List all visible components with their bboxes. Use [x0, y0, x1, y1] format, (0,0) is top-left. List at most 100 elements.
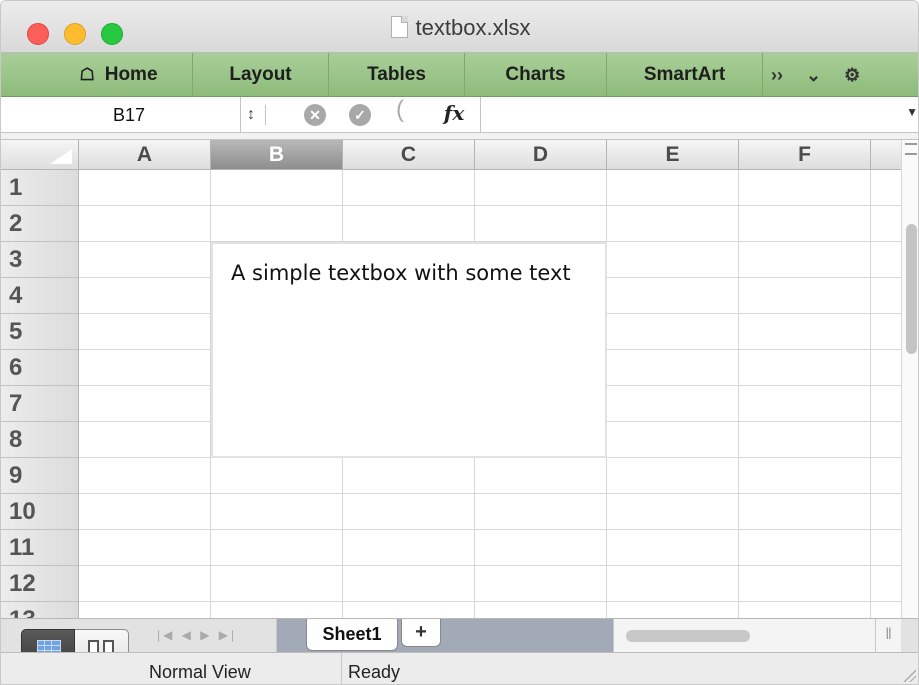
tab-charts[interactable]: Charts — [465, 53, 607, 97]
row-header-6[interactable]: 6 — [1, 350, 79, 386]
cancel-icon[interactable]: ✕ — [304, 104, 326, 126]
row-header-2[interactable]: 2 — [1, 206, 79, 242]
cell[interactable] — [607, 602, 739, 618]
cell[interactable] — [475, 602, 607, 618]
cell[interactable] — [211, 458, 343, 494]
cell[interactable] — [871, 170, 901, 206]
column-header-f[interactable]: F — [739, 140, 871, 170]
cell[interactable] — [79, 566, 211, 602]
ribbon-overflow-button[interactable]: ›› — [771, 65, 783, 85]
cell[interactable] — [79, 530, 211, 566]
row-header-1[interactable]: 1 — [1, 170, 79, 206]
name-box-stepper-icon[interactable]: ↕ — [247, 101, 255, 129]
sheet-nav-arrows-icon[interactable]: |◀ ◀ ▶ ▶| — [147, 619, 277, 653]
cell[interactable] — [871, 386, 901, 422]
cell[interactable] — [211, 170, 343, 206]
cell[interactable] — [79, 206, 211, 242]
split-handle-icon[interactable] — [905, 143, 917, 155]
tab-tables[interactable]: Tables — [329, 53, 465, 97]
cell[interactable] — [871, 278, 901, 314]
cell[interactable] — [739, 242, 871, 278]
cell[interactable] — [607, 458, 739, 494]
cell[interactable] — [739, 422, 871, 458]
cell[interactable] — [607, 530, 739, 566]
cell[interactable] — [475, 458, 607, 494]
cell[interactable] — [211, 206, 343, 242]
row-header-9[interactable]: 9 — [1, 458, 79, 494]
cell[interactable] — [739, 530, 871, 566]
cell[interactable] — [607, 242, 739, 278]
sheet-tab-sheet1[interactable]: Sheet1 — [306, 619, 398, 651]
column-header-g[interactable] — [871, 140, 901, 170]
cell[interactable] — [475, 530, 607, 566]
cell[interactable] — [211, 602, 343, 618]
cell[interactable] — [607, 314, 739, 350]
cell[interactable] — [739, 386, 871, 422]
cell[interactable] — [871, 350, 901, 386]
cell[interactable] — [79, 350, 211, 386]
cell[interactable] — [607, 494, 739, 530]
horizontal-scroll-thumb[interactable] — [626, 630, 750, 642]
name-box[interactable]: B17 — [1, 97, 241, 133]
cell[interactable] — [79, 170, 211, 206]
function-button[interactable]: fx — [439, 102, 469, 124]
cell[interactable] — [475, 566, 607, 602]
cell[interactable] — [739, 458, 871, 494]
row-header-11[interactable]: 11 — [1, 530, 79, 566]
cell[interactable] — [739, 602, 871, 618]
cell[interactable] — [343, 206, 475, 242]
cell[interactable] — [343, 494, 475, 530]
ribbon-collapse-icon[interactable]: ⌄ — [806, 65, 821, 85]
resize-grip-icon[interactable] — [902, 668, 916, 682]
cell[interactable] — [607, 278, 739, 314]
column-header-a[interactable]: A — [79, 140, 211, 170]
cell[interactable] — [211, 494, 343, 530]
vertical-scroll-thumb[interactable] — [906, 224, 917, 354]
cell[interactable] — [343, 170, 475, 206]
gear-icon[interactable]: ⚙ — [844, 65, 860, 85]
cell[interactable] — [739, 206, 871, 242]
cell[interactable] — [607, 422, 739, 458]
formula-expand-icon[interactable]: ▼ — [906, 105, 918, 119]
cell[interactable] — [739, 278, 871, 314]
vertical-scrollbar[interactable] — [901, 140, 918, 618]
row-header-5[interactable]: 5 — [1, 314, 79, 350]
row-header-13[interactable]: 13 — [1, 602, 79, 618]
cell[interactable] — [871, 242, 901, 278]
textbox-shape[interactable]: A simple textbox with some text — [211, 242, 607, 458]
row-header-12[interactable]: 12 — [1, 566, 79, 602]
select-all-corner[interactable] — [1, 140, 79, 170]
cell[interactable] — [739, 566, 871, 602]
cell[interactable] — [871, 206, 901, 242]
column-header-d[interactable]: D — [475, 140, 607, 170]
horizontal-scrollbar[interactable] — [613, 619, 875, 653]
cell[interactable] — [871, 494, 901, 530]
cell[interactable] — [739, 350, 871, 386]
cell[interactable] — [871, 458, 901, 494]
cell[interactable] — [607, 386, 739, 422]
cell[interactable] — [211, 530, 343, 566]
cell[interactable] — [739, 494, 871, 530]
cell[interactable] — [79, 602, 211, 618]
formula-input[interactable] — [483, 97, 903, 133]
cell[interactable] — [343, 602, 475, 618]
cell[interactable] — [211, 566, 343, 602]
cell[interactable] — [79, 458, 211, 494]
cell[interactable] — [871, 602, 901, 618]
cell[interactable] — [739, 314, 871, 350]
cell[interactable] — [607, 170, 739, 206]
cell[interactable] — [79, 278, 211, 314]
horizontal-split-handle-icon[interactable]: ‖ — [875, 619, 901, 653]
tab-layout[interactable]: Layout — [193, 53, 329, 97]
row-header-3[interactable]: 3 — [1, 242, 79, 278]
cell[interactable] — [871, 314, 901, 350]
add-sheet-button[interactable]: + — [401, 619, 441, 647]
cell[interactable] — [343, 458, 475, 494]
accept-icon[interactable]: ✓ — [349, 104, 371, 126]
tab-home[interactable]: ☖ Home — [1, 53, 193, 97]
cell[interactable] — [871, 566, 901, 602]
cell[interactable] — [79, 314, 211, 350]
cell[interactable] — [79, 494, 211, 530]
cell[interactable] — [343, 530, 475, 566]
column-header-c[interactable]: C — [343, 140, 475, 170]
